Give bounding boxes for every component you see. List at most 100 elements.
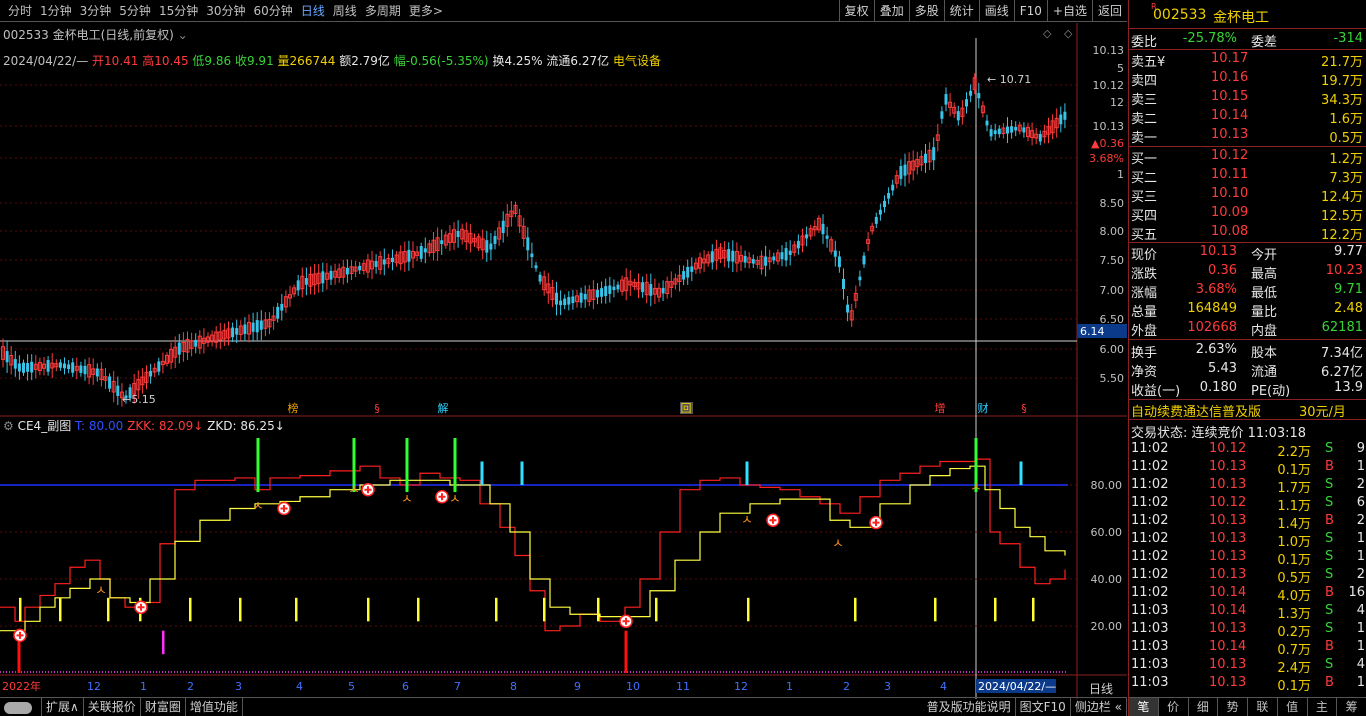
quote-tab-3[interactable]: 势 [1218, 698, 1248, 716]
period-tab-7[interactable]: 日线 [297, 0, 329, 22]
quote-tab-0[interactable]: 笔 [1129, 698, 1159, 716]
candle-body [977, 93, 981, 99]
candle-body [985, 120, 989, 126]
stat-row: 换手 2.63% 股本 7.34亿 [1129, 341, 1366, 361]
candle-body [5, 351, 9, 363]
quote-tab-6[interactable]: 主 [1308, 698, 1338, 716]
kline-chart-svg[interactable]: 10.13510.121210.13▲0.363.68%18.508.007.5… [0, 23, 1127, 699]
toggle-button[interactable] [0, 698, 42, 716]
price-tick-label: 5 [1117, 62, 1124, 75]
period-tab-9[interactable]: 多周期 [361, 0, 405, 22]
ask-volume: 34.3万 [1321, 93, 1363, 108]
quote-tab-1[interactable]: 价 [1159, 698, 1189, 716]
tick-row: 11:03 10.14 0.7万 B 1 [1129, 638, 1366, 658]
tick-cell: 11:02 [1131, 441, 1169, 456]
period-tab-3[interactable]: 5分钟 [115, 0, 155, 22]
quote-tab-5[interactable]: 值 [1278, 698, 1308, 716]
marker-tick-yellow [367, 597, 370, 622]
tick-cell: 11:02 [1131, 531, 1169, 546]
tick-cell: 0.1万 [1277, 679, 1311, 694]
candle-body [825, 235, 829, 239]
price-tick-label: 6.00 [1100, 343, 1125, 356]
period-tab-10[interactable]: 更多> [405, 0, 447, 22]
candle-body [251, 322, 255, 332]
divider [1129, 339, 1366, 340]
tab-value-added[interactable]: 增值功能 [186, 698, 243, 716]
tick-row: 11:03 10.13 2.4万 S 4 [1129, 656, 1366, 676]
period-tab-8[interactable]: 周线 [329, 0, 361, 22]
ind-level-label: 20.00 [1091, 620, 1123, 633]
tick-cell: 10.12 [1209, 441, 1247, 456]
promo-price: 30元/月 [1299, 405, 1346, 420]
toolbar-button-0[interactable]: 复权 [838, 0, 874, 22]
chevron-down-icon[interactable]: ⌄ [178, 28, 188, 42]
price-tick-label: 10.13 [1093, 44, 1125, 57]
period-tab-0[interactable]: 分时 [4, 0, 36, 22]
tick-cell: 4 [1356, 657, 1365, 672]
toolbar-button-1[interactable]: 叠加 [873, 0, 909, 22]
tick-row: 11:02 10.13 1.7万 S 2 [1129, 476, 1366, 496]
ohlc-sector[interactable]: 电气设备 [613, 54, 661, 68]
toolbar-button-6[interactable]: +自选 [1046, 0, 1092, 22]
candle-body [419, 245, 423, 259]
version-info-link[interactable]: 普及版功能说明 [923, 698, 1016, 716]
stat-value: 62181 [1321, 320, 1363, 335]
quote-tab-7[interactable]: 筹 [1337, 698, 1366, 716]
bid-label: 买一 [1131, 152, 1158, 167]
event-marker: 榜 [288, 401, 299, 415]
promo-text: 自动续费通达信普及版 [1131, 405, 1262, 420]
quote-panel: 002533 金杯电工 R 委比 -25.78% 委差 -314 卖五¥ 10.17 21.… [1128, 0, 1366, 716]
toolbar-button-7[interactable]: 返回 [1091, 0, 1127, 22]
candle-body [374, 261, 378, 267]
tab-expand[interactable]: 扩展∧ [42, 698, 84, 716]
marker-tick-yellow [543, 597, 546, 622]
marker-tick-yellow [854, 597, 857, 622]
period-tab-4[interactable]: 15分钟 [155, 0, 202, 22]
signal-bar-green [453, 438, 457, 493]
tick-cell: 2 [1356, 567, 1365, 582]
bid-label: 买二 [1131, 171, 1158, 186]
price-tick-label: 8.00 [1100, 225, 1125, 238]
candle-body [231, 327, 235, 338]
f10-link[interactable]: 图文F10 [1016, 698, 1071, 716]
candle-body [993, 130, 997, 134]
x-tick-label: 2022年 [2, 679, 41, 693]
toolbar-button-4[interactable]: 画线 [978, 0, 1014, 22]
period-tab-1[interactable]: 1分钟 [36, 0, 76, 22]
period-tab-6[interactable]: 60分钟 [250, 0, 297, 22]
buy-signal-icon [435, 490, 449, 504]
ohlc-volume: 量266744 [277, 54, 336, 68]
period-tab-5[interactable]: 30分钟 [202, 0, 249, 22]
tab-related-quotes[interactable]: 关联报价 [84, 698, 141, 716]
toolbar-button-3[interactable]: 统计 [943, 0, 979, 22]
candle-body [1006, 126, 1009, 134]
weibi-row: 委比 -25.78% 委差 -314 [1129, 30, 1366, 50]
chart-area[interactable]: 10.13 5 10.12 12 10.13 ▲0.36 3.68% 1 8.50 8.00 7.5… [0, 23, 1127, 699]
bid-price: 10.08 [1211, 224, 1249, 239]
period-tab-2[interactable]: 3分钟 [76, 0, 116, 22]
candle-body [1059, 114, 1063, 125]
candle-body [788, 250, 792, 255]
toolbar-button-5[interactable]: F10 [1013, 0, 1047, 22]
candle-body [46, 360, 50, 372]
chart-title: 002533 金杯电工(日线,前复权) ⌄ [3, 26, 188, 43]
tick-cell: B [1325, 675, 1334, 690]
event-marker: 解 [438, 401, 449, 415]
sidebar-toggle[interactable]: 侧边栏 « [1071, 698, 1127, 716]
candle-body [604, 286, 608, 297]
ask-label: 卖五¥ [1131, 55, 1166, 70]
candle-body [731, 250, 735, 262]
stock-code: 002533 [1153, 7, 1207, 23]
marker-tick-yellow [655, 597, 658, 622]
stat-row: 收益(一) 0.180 PE(动) 13.9 [1129, 379, 1366, 399]
candle-body [30, 361, 34, 373]
ask-volume: 1.6万 [1329, 112, 1363, 127]
quote-tab-2[interactable]: 细 [1189, 698, 1219, 716]
ohlc-close: 收9.91 [234, 54, 274, 68]
quote-tab-4[interactable]: 联 [1248, 698, 1278, 716]
settings-icon[interactable]: ⚙ [3, 419, 14, 433]
tab-wealth[interactable]: 财富圈 [141, 698, 186, 716]
indicator-name[interactable]: CE4_副图 [18, 419, 72, 433]
toolbar-button-2[interactable]: 多股 [908, 0, 944, 22]
quote-header: 002533 金杯电工 R [1129, 2, 1366, 28]
